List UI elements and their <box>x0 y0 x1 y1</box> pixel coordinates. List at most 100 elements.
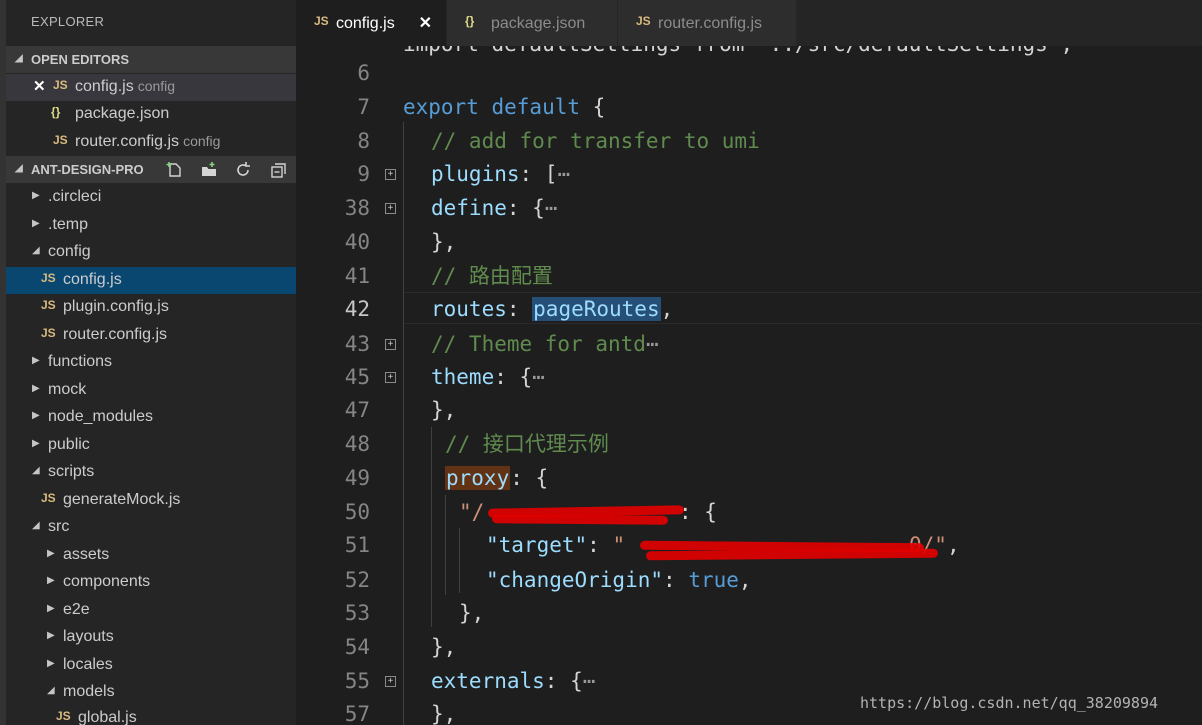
tree-folder-locales[interactable]: ▶ locales <box>6 652 296 679</box>
collapse-all-icon[interactable] <box>270 161 288 179</box>
code-line-55: externals: {⋯ <box>431 667 595 695</box>
fold-expand-icon[interactable]: + <box>385 339 396 350</box>
fold-ellipsis[interactable]: ⋯ <box>583 669 596 693</box>
code-line-9: plugins: [⋯ <box>431 160 570 188</box>
open-editor-item-config-js[interactable]: ✕ JS config.js config <box>6 74 296 101</box>
chevron-right-icon: ▶ <box>32 190 40 201</box>
json-file-icon: {} <box>51 105 61 119</box>
tree-item-label: scripts <box>48 463 95 480</box>
tree-file-config-js[interactable]: JS config.js <box>6 267 296 294</box>
tree-folder-layouts[interactable]: ▶ layouts <box>6 624 296 651</box>
fold-expand-icon[interactable]: + <box>385 203 396 214</box>
fold-ellipsis[interactable]: ⋯ <box>646 332 659 356</box>
line-number: 51 <box>344 533 370 557</box>
tree-file-generatemock-js[interactable]: JS generateMock.js <box>6 487 296 514</box>
close-icon[interactable]: ✕ <box>419 13 432 33</box>
code-punct: , <box>660 297 674 321</box>
fold-ellipsis[interactable]: ⋯ <box>532 365 545 389</box>
code-line-partial: import defaultSettings from '../src/defa… <box>403 46 1073 58</box>
explorer-sidebar: EXPLORER ◢ OPEN EDITORS ✕ JS config.js co… <box>0 0 296 725</box>
code-punct: : { <box>544 669 583 693</box>
tab-label: router.config.js <box>658 15 763 32</box>
open-editor-name: config.js <box>75 78 134 95</box>
code-line-49: proxy: { <box>445 464 548 492</box>
chevron-down-icon: ◢ <box>32 520 40 531</box>
code-line-57: }, <box>431 702 457 725</box>
code-line-48: // 接口代理示例 <box>445 432 609 456</box>
tab-config-js[interactable]: JS config.js ✕ <box>296 0 447 46</box>
line-number: 52 <box>344 568 370 592</box>
tab-router-config-js[interactable]: JS router.config.js <box>618 0 797 46</box>
indent-guide <box>445 495 446 595</box>
tree-folder-components[interactable]: ▶ components <box>6 569 296 596</box>
tree-folder-public[interactable]: ▶ public <box>6 432 296 459</box>
line-number: 8 <box>357 129 370 153</box>
explorer-title: EXPLORER <box>31 14 105 29</box>
code-punct: : <box>506 297 533 321</box>
close-icon[interactable]: ✕ <box>33 77 46 95</box>
line-number: 45 <box>344 365 370 389</box>
line-number: 6 <box>357 61 370 85</box>
fold-expand-icon[interactable]: + <box>385 372 396 383</box>
tree-folder-models[interactable]: ◢ models <box>6 679 296 706</box>
tree-item-label: .circleci <box>48 188 102 205</box>
tree-item-label: global.js <box>78 709 137 725</box>
tree-folder-e2e[interactable]: ▶ e2e <box>6 597 296 624</box>
tab-package-json[interactable]: {} package.json <box>447 0 618 46</box>
fold-ellipsis[interactable]: ⋯ <box>545 196 558 220</box>
tree-file-global-js[interactable]: JS global.js <box>6 705 296 725</box>
code-editor[interactable]: import defaultSettings from '../src/defa… <box>296 46 1202 725</box>
new-folder-icon[interactable] <box>200 161 218 179</box>
tree-folder-circleci[interactable]: ▶ .circleci <box>6 184 296 211</box>
code-line-8: // add for transfer to umi <box>431 129 760 153</box>
tree-folder-scripts[interactable]: ◢ scripts <box>6 459 296 486</box>
project-label: ANT-DESIGN-PRO <box>31 162 144 177</box>
tree-file-router-config-js[interactable]: JS router.config.js <box>6 322 296 349</box>
tree-item-label: public <box>48 436 90 453</box>
tree-folder-functions[interactable]: ▶ functions <box>6 349 296 376</box>
new-file-icon[interactable] <box>166 161 184 179</box>
chevron-right-icon: ▶ <box>47 603 55 614</box>
code-string: "/ <box>459 500 485 524</box>
open-editors-header[interactable]: ◢ OPEN EDITORS <box>6 46 296 73</box>
fold-ellipsis[interactable]: ⋯ <box>557 162 570 186</box>
refresh-icon[interactable] <box>234 161 252 179</box>
open-editor-item-package-json[interactable]: {} package.json <box>6 101 296 128</box>
tree-folder-mock[interactable]: ▶ mock <box>6 377 296 404</box>
code-punct: : <box>587 533 613 557</box>
js-file-icon: JS <box>41 271 56 285</box>
tree-item-label: models <box>63 683 115 700</box>
code-punct: : { <box>506 196 545 220</box>
code-line-53: }, <box>459 601 485 625</box>
line-number: 7 <box>357 95 370 119</box>
editor-tab-bar: JS config.js ✕ {} package.json JS router… <box>296 0 1202 46</box>
chevron-down-icon: ◢ <box>15 53 23 64</box>
tree-folder-temp[interactable]: ▶ .temp <box>6 212 296 239</box>
tree-folder-config[interactable]: ◢ config <box>6 239 296 266</box>
code-line-54: }, <box>431 635 457 659</box>
open-editor-item-router-config-js[interactable]: JS router.config.js config <box>6 129 296 156</box>
tree-folder-node-modules[interactable]: ▶ node_modules <box>6 404 296 431</box>
open-editor-desc: config <box>183 133 221 149</box>
code-punct: : { <box>510 466 549 490</box>
code-identifier-highlighted: pageRoutes <box>532 297 661 321</box>
project-header[interactable]: ◢ ANT-DESIGN-PRO <box>6 156 296 183</box>
js-file-icon: JS <box>41 326 56 340</box>
line-number: 57 <box>344 702 370 725</box>
tree-item-label: node_modules <box>48 408 153 425</box>
redaction-mark <box>491 514 669 525</box>
code-string: " <box>612 533 626 557</box>
code-line-43: // Theme for antd⋯ <box>431 330 659 358</box>
tree-folder-assets[interactable]: ▶ assets <box>6 542 296 569</box>
fold-expand-icon[interactable]: + <box>385 169 396 180</box>
code-line-40: }, <box>431 230 457 254</box>
code-line-45: theme: {⋯ <box>431 363 545 391</box>
tree-file-plugin-config-js[interactable]: JS plugin.config.js <box>6 294 296 321</box>
chevron-right-icon: ▶ <box>32 410 40 421</box>
fold-expand-icon[interactable]: + <box>385 676 396 687</box>
tree-folder-src[interactable]: ◢ src <box>6 514 296 541</box>
tree-item-label: e2e <box>63 601 90 618</box>
line-number: 41 <box>344 264 370 288</box>
chevron-down-icon: ◢ <box>32 465 40 476</box>
code-key: "changeOrigin" <box>486 568 664 592</box>
